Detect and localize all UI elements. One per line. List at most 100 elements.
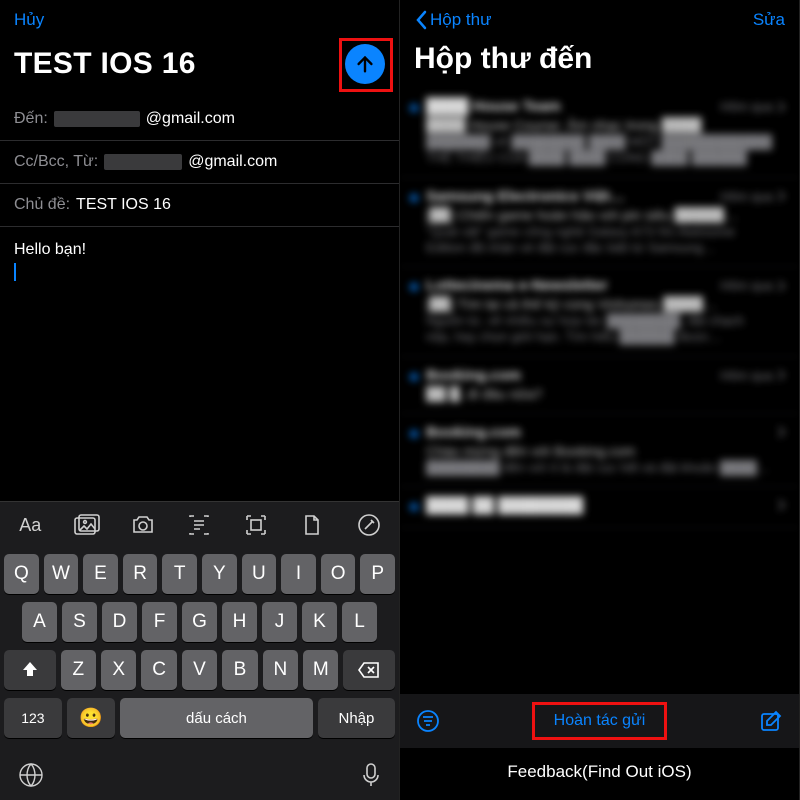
mail-subject: Chào mừng đến với Booking.com [426,443,785,459]
key-o[interactable]: O [321,554,356,594]
mail-row[interactable]: Booking.com Chào mừng đến với Booking.co… [400,414,799,487]
compose-pane: Hủy TEST IOS 16 Đến: @gmail.com Cc/Bcc, … [0,0,400,800]
mail-time: Hôm qua [720,277,785,294]
key-x[interactable]: X [101,650,136,690]
mail-row[interactable]: ████ House TeamHôm qua ████ House Course… [400,88,799,178]
mail-subject: [██] Chiến game hoàn hảo với pin siêu ██… [426,207,785,223]
compose-icon[interactable] [759,709,783,733]
mail-preview: ███████ về ████████ ████ MỘT ███████████… [426,134,785,167]
backspace-key[interactable] [343,650,395,690]
subject-value: TEST IOS 16 [76,196,171,214]
key-r[interactable]: R [123,554,158,594]
key-y[interactable]: Y [202,554,237,594]
key-p[interactable]: P [360,554,395,594]
key-g[interactable]: G [182,602,217,642]
mail-time [777,424,785,441]
subject-label: Chủ đề: [14,196,70,214]
arrow-up-icon [354,53,376,75]
mail-subject: ██ █, đi đâu nữa? [426,386,785,402]
key-s[interactable]: S [62,602,97,642]
file-icon[interactable] [298,512,326,538]
key-row-4: 123 😀 dấu cách Nhập [4,698,395,738]
key-m[interactable]: M [303,650,338,690]
mail-row[interactable]: Lottecinema e-NewsletterHôm qua [██] Tìm… [400,267,799,357]
redacted-recipient [54,111,140,127]
emoji-key[interactable]: 😀 [67,698,115,738]
return-key[interactable]: Nhập [318,698,395,738]
inbox-pane: Hộp thư Sửa Hộp thư đến ████ House TeamH… [400,0,800,800]
mail-preview: Nguồn từ, về nhiều sự hợp tác ████████, … [426,313,785,346]
mail-row[interactable]: Booking.comHôm qua ██ █, đi đâu nữa? [400,357,799,414]
unread-dot [410,104,418,112]
key-q[interactable]: Q [4,554,39,594]
globe-icon[interactable] [18,762,44,788]
key-row-1: QWERTYUIOP [4,554,395,594]
filter-icon[interactable] [416,709,440,733]
number-key[interactable]: 123 [4,698,62,738]
mail-subject: [██] Tìm lại cả thế kỷ cùng Vinhomes ███… [426,296,785,312]
chevron-left-icon [414,10,428,30]
key-t[interactable]: T [162,554,197,594]
key-b[interactable]: B [222,650,257,690]
mail-time: Hôm qua [720,367,785,384]
key-row-3: ZXCVBNM [4,650,395,690]
mail-sender: Lottecinema e-NewsletterHôm qua [426,277,785,294]
inbox-footer: Hoàn tác gửi [400,694,799,748]
shift-key[interactable] [4,650,56,690]
camera-icon[interactable] [129,512,157,538]
mail-row[interactable]: Samsung Electronics Việt…Hôm qua [██] Ch… [400,178,799,268]
undo-send-button[interactable]: Hoàn tác gửi [538,706,662,736]
subject-field[interactable]: Chủ đề: TEST IOS 16 [0,184,399,227]
key-l[interactable]: L [342,602,377,642]
to-label: Đến: [14,110,48,128]
body-text: Hello bạn! [14,241,385,259]
edit-button[interactable]: Sửa [753,10,785,30]
key-i[interactable]: I [281,554,316,594]
gallery-icon[interactable] [73,512,101,538]
compose-title: TEST IOS 16 [14,47,196,81]
key-u[interactable]: U [242,554,277,594]
inbox-topbar: Hộp thư Sửa [400,0,799,34]
space-key[interactable]: dấu cách [120,698,313,738]
markup-icon[interactable] [355,512,383,538]
key-e[interactable]: E [83,554,118,594]
key-k[interactable]: K [302,602,337,642]
key-h[interactable]: H [222,602,257,642]
cc-label: Cc/Bcc, Từ: [14,153,98,171]
mail-sender: Booking.comHôm qua [426,367,785,384]
keyboard-toolbar: Aa [0,501,399,548]
compose-body[interactable]: Hello bạn! [0,227,399,501]
mic-icon[interactable] [361,762,381,788]
mail-sender: ████ ██ ████████ [426,497,785,514]
unread-dot [410,194,418,202]
undo-label: Hoàn tác gửi [554,712,646,729]
unread-dot [410,503,418,511]
to-field[interactable]: Đến: @gmail.com [0,98,399,141]
key-n[interactable]: N [263,650,298,690]
scan-text-icon[interactable] [185,512,213,538]
feedback-bar[interactable]: Feedback(Find Out iOS) [400,748,799,800]
mail-row[interactable]: ████ ██ ████████ [400,487,799,528]
key-v[interactable]: V [182,650,217,690]
key-d[interactable]: D [102,602,137,642]
key-c[interactable]: C [141,650,176,690]
compose-title-row: TEST IOS 16 [0,38,399,98]
unread-dot [410,430,418,438]
scan-doc-icon[interactable] [242,512,270,538]
key-z[interactable]: Z [61,650,96,690]
key-w[interactable]: W [44,554,79,594]
mail-subject: ████ House Course: Âm nhạc trong ████ [426,117,785,133]
key-a[interactable]: A [22,602,57,642]
cc-field[interactable]: Cc/Bcc, Từ: @gmail.com [0,141,399,184]
key-j[interactable]: J [262,602,297,642]
mail-sender: ████ House TeamHôm qua [426,98,785,115]
mail-list[interactable]: ████ House TeamHôm qua ████ House Course… [400,88,799,694]
keyboard-bottom-bar [0,756,399,800]
redacted-from [104,154,182,170]
format-icon[interactable]: Aa [16,512,44,538]
cancel-button[interactable]: Hủy [14,10,44,30]
key-f[interactable]: F [142,602,177,642]
send-button[interactable] [345,44,385,84]
key-row-2: ASDFGHJKL [4,602,395,642]
back-button[interactable]: Hộp thư [414,10,491,30]
